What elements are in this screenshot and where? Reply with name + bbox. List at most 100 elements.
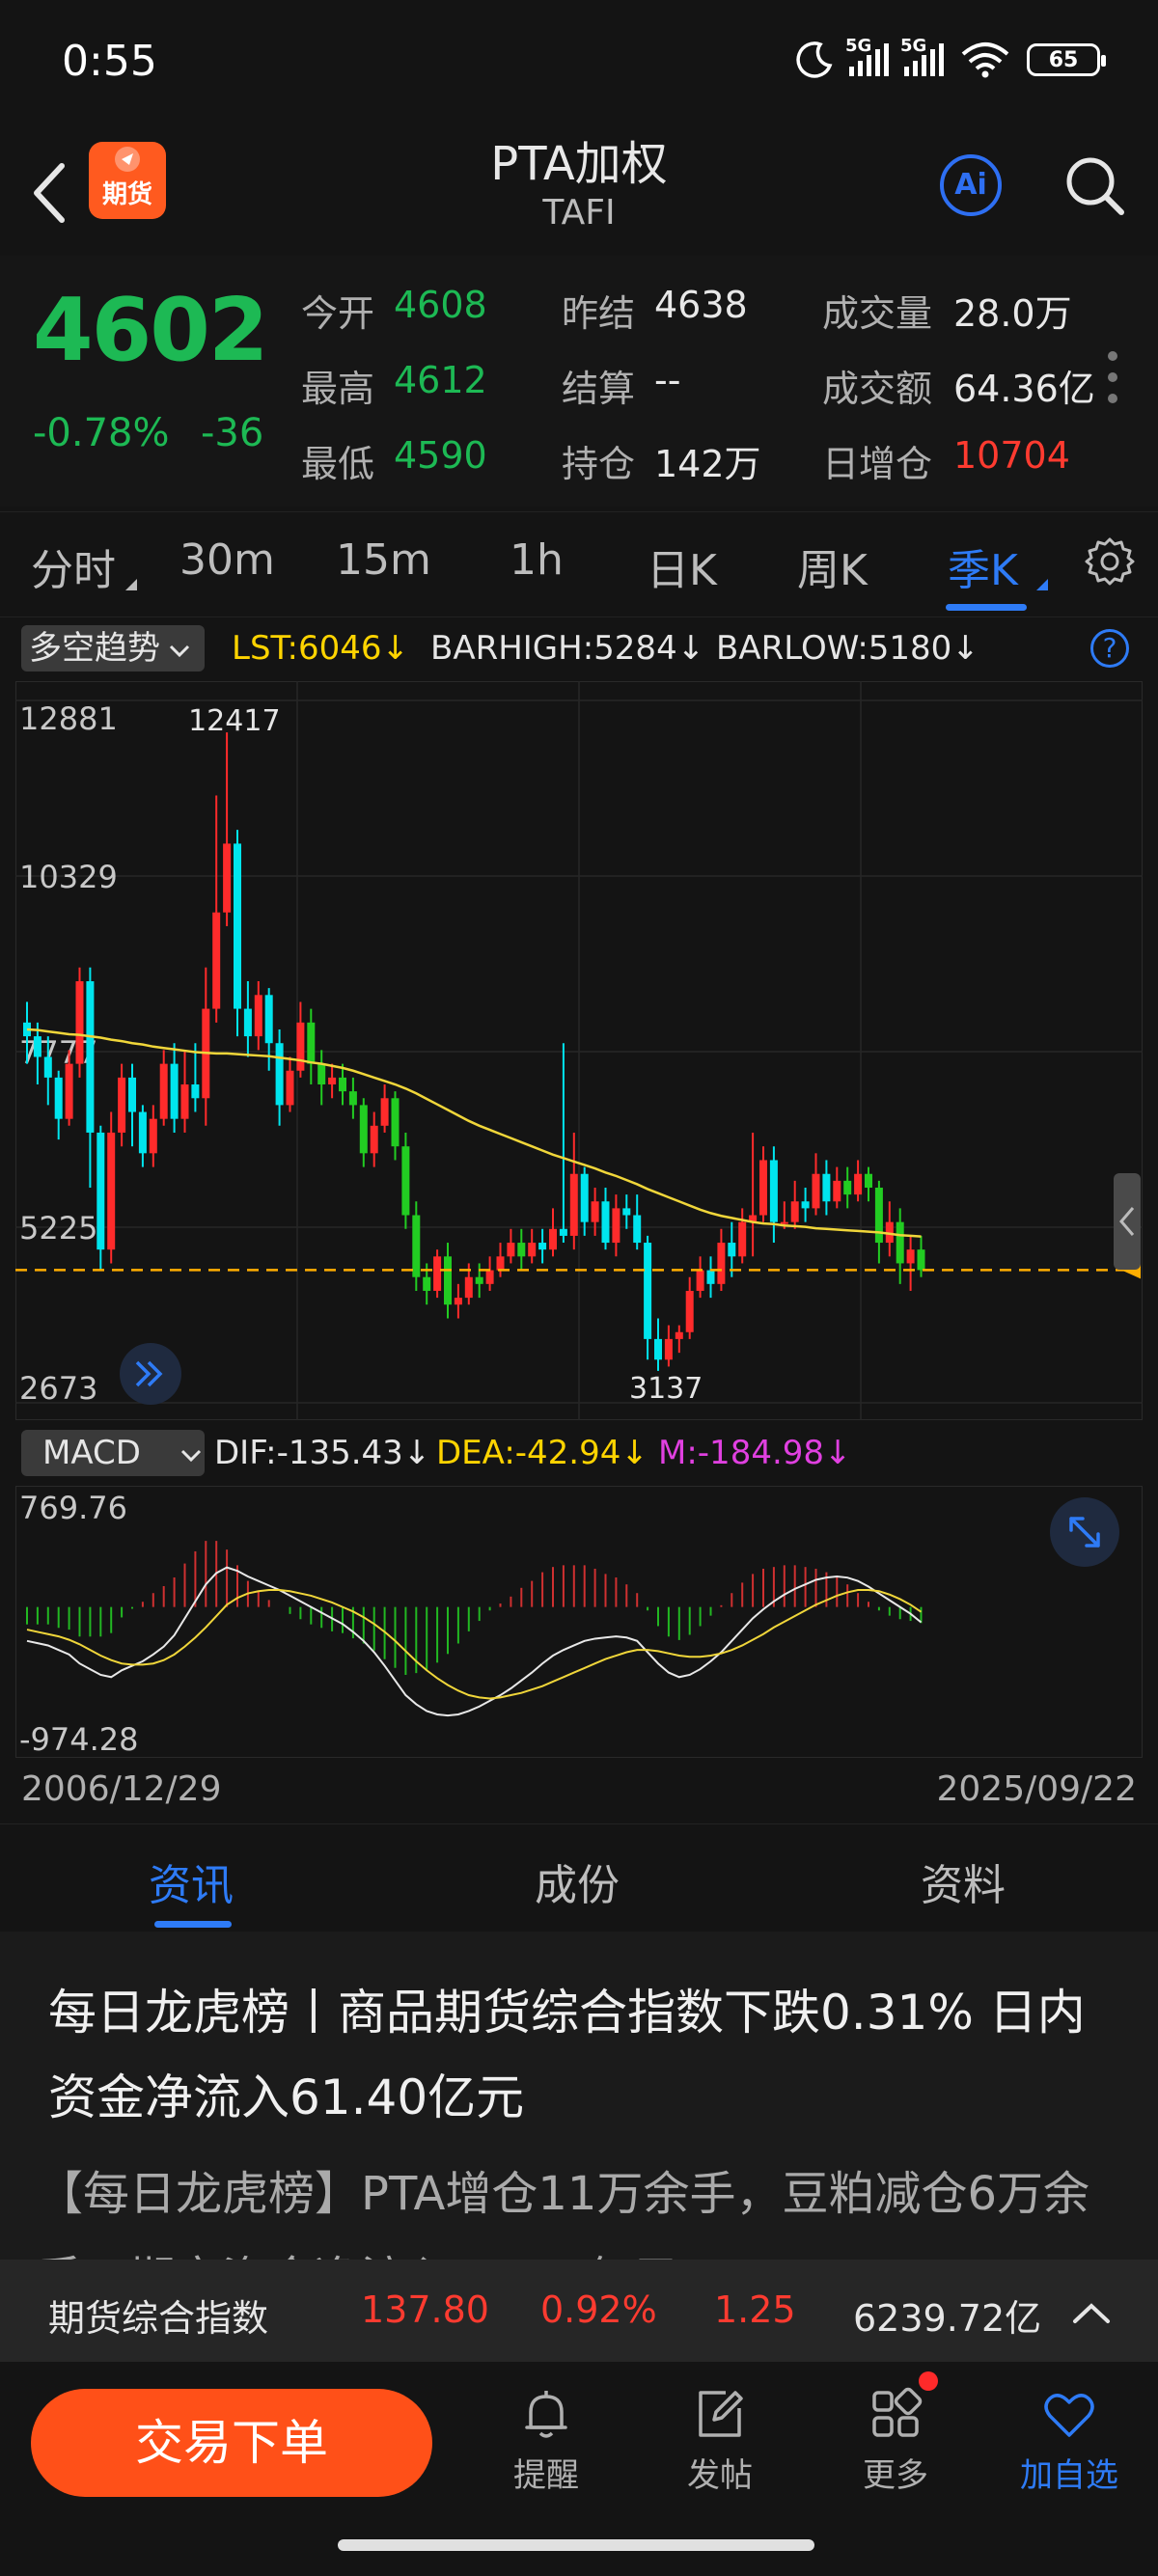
- candle-body: [254, 995, 262, 1037]
- quote-value: 4612: [394, 359, 487, 401]
- signal-icon: 5G: [845, 36, 889, 76]
- nav-more[interactable]: 更多: [838, 2385, 953, 2496]
- candle-body: [644, 1243, 652, 1339]
- tab-intraday[interactable]: 分时: [31, 535, 116, 597]
- candle-body: [917, 1249, 925, 1271]
- tab-15m[interactable]: 15m: [336, 535, 431, 585]
- candle-body: [433, 1256, 442, 1291]
- tab-1h[interactable]: 1h: [510, 535, 564, 585]
- tab-weekly-k[interactable]: 周K: [797, 535, 868, 597]
- candle-body: [423, 1276, 431, 1291]
- quote-value: 142万: [654, 443, 761, 485]
- candle-body: [654, 1338, 662, 1360]
- candle-body: [812, 1173, 820, 1209]
- help-icon[interactable]: ?: [1090, 629, 1129, 668]
- candle-body: [780, 1221, 788, 1224]
- news-item[interactable]: 每日龙虎榜丨商品期货综合指数下跌0.31% 日内资金净流入61.40亿元 【每日…: [0, 1932, 1158, 2260]
- candle-body: [296, 1022, 305, 1071]
- news-title[interactable]: 每日龙虎榜丨商品期货综合指数下跌0.31% 日内资金净流入61.40亿元: [48, 1970, 1119, 2140]
- nav-post[interactable]: 发帖: [662, 2385, 778, 2496]
- battery-icon: 65: [1027, 43, 1106, 76]
- change-value: -36: [201, 411, 264, 455]
- candle-body: [243, 1008, 252, 1037]
- candle-body: [170, 1063, 179, 1119]
- candle-body: [538, 1243, 547, 1250]
- candle-body: [854, 1173, 863, 1195]
- notification-dot: [919, 2371, 938, 2391]
- candle-body: [738, 1221, 747, 1257]
- macd-select[interactable]: MACD: [21, 1430, 205, 1476]
- indicator-select[interactable]: 多空趋势: [21, 625, 205, 671]
- candle-body: [128, 1077, 136, 1112]
- trade-order-button[interactable]: 交易下单: [31, 2389, 432, 2497]
- dropdown-corner-icon: [1036, 579, 1048, 590]
- candle-body: [191, 1084, 200, 1099]
- bell-icon: [525, 2391, 567, 2438]
- candle-body: [444, 1256, 452, 1305]
- candle-body: [223, 843, 232, 913]
- candle-body: [790, 1201, 799, 1222]
- y-tick-label: 5225: [19, 1210, 97, 1247]
- macd-chart[interactable]: 769.76 -974.28: [15, 1486, 1143, 1758]
- quote-label: 昨结: [562, 292, 636, 335]
- fullscreen-button[interactable]: [1050, 1497, 1119, 1567]
- kline-chart[interactable]: 12881 10329 7777 5225 2673 12417 3137: [15, 681, 1143, 1420]
- candle-body: [475, 1276, 483, 1284]
- change-percent: -0.78%: [33, 411, 170, 455]
- quote-value: 4638: [654, 284, 748, 326]
- candle-body: [728, 1243, 736, 1257]
- candle-body: [507, 1243, 515, 1257]
- candle-body: [769, 1160, 778, 1222]
- nav-remind[interactable]: 提醒: [488, 2385, 604, 2496]
- news-summary[interactable]: 【每日龙虎榜】PTA增仓11万余手，豆粕减仓6万余手，期市资金净流入61.40亿…: [37, 2151, 1127, 2260]
- ai-assistant-button[interactable]: Ai: [940, 154, 1002, 216]
- tab-components[interactable]: 成份: [535, 1850, 620, 1912]
- quote-value: 64.36亿: [953, 368, 1095, 410]
- tab-news[interactable]: 资讯: [149, 1850, 234, 1912]
- candle-body: [549, 1228, 557, 1250]
- candle-body: [286, 1070, 294, 1106]
- candle-body: [234, 843, 241, 1009]
- candle-body: [580, 1173, 589, 1222]
- candle-body: [874, 1187, 883, 1244]
- moon-icon: [796, 41, 833, 78]
- candle-body: [569, 1173, 578, 1236]
- candle-body: [685, 1290, 694, 1332]
- indicator-lst: LST:6046↓: [232, 629, 410, 668]
- candle-body: [822, 1173, 831, 1202]
- candle-body: [528, 1243, 537, 1257]
- candle-body: [601, 1201, 610, 1244]
- chevron-down-icon: [169, 644, 190, 658]
- y-tick-label: 2673: [19, 1370, 97, 1407]
- quote-label: 今开: [301, 292, 375, 335]
- chart-side-handle[interactable]: [1114, 1173, 1141, 1270]
- chevron-down-icon: [180, 1449, 201, 1463]
- tab-quarterly-k[interactable]: 季K: [948, 535, 1018, 597]
- tab-profile[interactable]: 资料: [921, 1850, 1006, 1912]
- quote-label: 日增仓: [822, 443, 933, 485]
- signal-icon: 5G: [900, 36, 944, 76]
- tab-underline: [946, 604, 1027, 611]
- status-time: 0:55: [62, 37, 157, 86]
- chevron-up-icon[interactable]: [1069, 2294, 1114, 2333]
- expand-chart-button[interactable]: [120, 1343, 181, 1405]
- candle-body: [706, 1270, 715, 1284]
- nav-add-watchlist[interactable]: 加自选: [1011, 2385, 1127, 2496]
- dropdown-corner-icon: [125, 579, 137, 590]
- macd-axis-low: -974.28: [19, 1721, 139, 1758]
- y-tick-label: 12881: [19, 700, 118, 737]
- search-icon[interactable]: [1063, 154, 1127, 218]
- settings-icon[interactable]: [1085, 536, 1135, 587]
- quote-label: 结算: [562, 368, 636, 410]
- index-price: 137.80: [361, 2288, 489, 2331]
- tab-daily-k[interactable]: 日K: [647, 535, 717, 597]
- candle-body: [675, 1331, 683, 1339]
- candle-body: [559, 1228, 567, 1236]
- candle-body: [339, 1077, 346, 1092]
- candle-body: [380, 1098, 389, 1126]
- candle-body: [801, 1201, 810, 1209]
- more-icon[interactable]: [1108, 351, 1117, 415]
- candle-body: [54, 1077, 63, 1119]
- tab-30m[interactable]: 30m: [179, 535, 275, 585]
- status-icons: 5G 5G 65: [795, 36, 1106, 79]
